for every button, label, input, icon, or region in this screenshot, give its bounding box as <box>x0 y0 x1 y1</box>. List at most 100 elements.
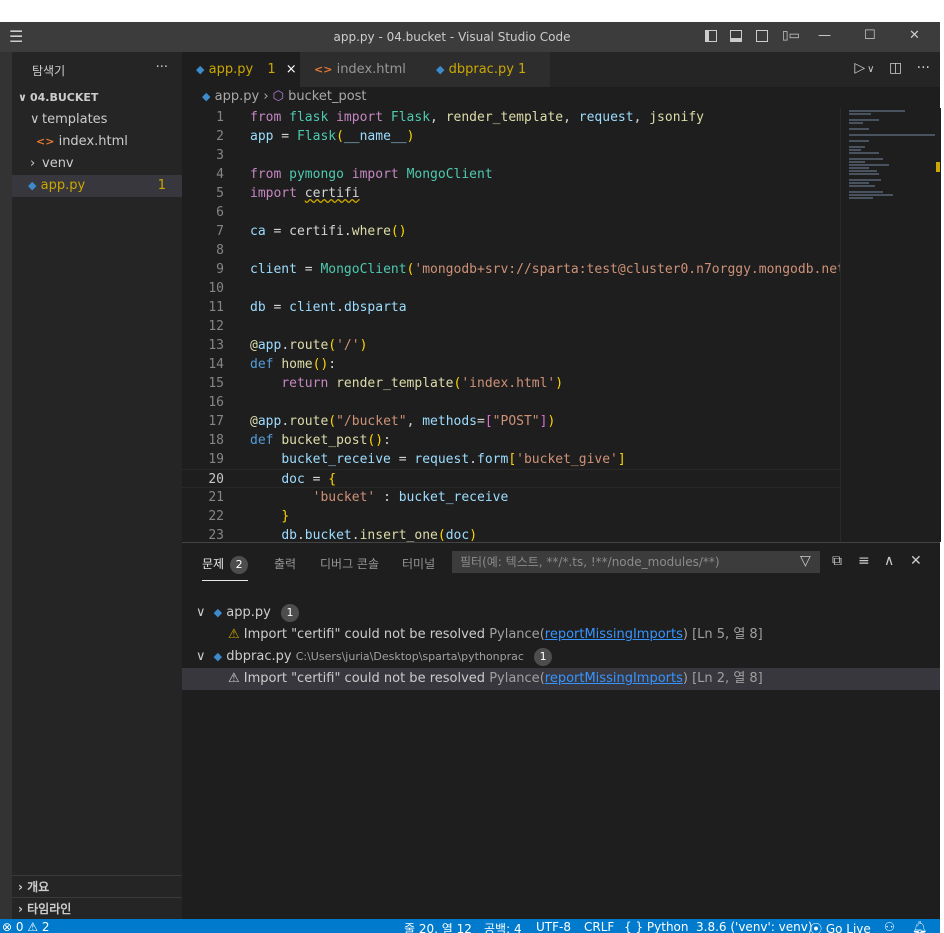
close-panel-icon[interactable]: ✕ <box>910 553 922 569</box>
vscode-window: ☰ app.py - 04.bucket - Visual Studio Cod… <box>0 22 941 933</box>
chevron-down-icon[interactable]: ∨ <box>867 64 874 75</box>
status-eol[interactable]: CRLF <box>584 920 614 933</box>
code-line: 7 ca = certifi.where() <box>216 224 407 239</box>
problems-panel: 문제 2 출력 디버그 콘솔 터미널 필터(예: 텍스트, **/*.ts, !*… <box>182 542 940 920</box>
warning-marker <box>936 162 940 172</box>
editor-actions: ▷ ∨ ◫ ··· <box>854 60 930 76</box>
code-line: 2 app = Flask(__name__) <box>216 129 415 144</box>
code-line: 22 } <box>208 509 290 524</box>
code-line: 21 'bucket' : bucket_receive <box>208 490 509 505</box>
status-encoding[interactable]: UTF-8 <box>536 920 571 933</box>
tab-dbprac-py[interactable]: ◆ dbprac.py 1 <box>422 52 550 87</box>
breadcrumb-symbol[interactable]: bucket_post <box>288 89 366 104</box>
code-line: 17 @app.route("/bucket", methods=["POST"]… <box>208 414 556 429</box>
code-line: 15 return render_template('index.html') <box>208 376 564 391</box>
python-file-icon: ◆ <box>196 63 205 76</box>
tab-debug-console[interactable]: 디버그 콘솔 <box>320 555 379 572</box>
editor-tabs: ◆ app.py 1 × <> index.html ◆ dbprac.py 1… <box>182 52 940 87</box>
tab-terminal[interactable]: 터미널 <box>402 555 435 572</box>
python-file-icon: ◆ <box>213 606 223 619</box>
problem-group-app-py[interactable]: ∨ ◆ app.py 1 <box>182 602 940 624</box>
code-line: 12 <box>208 319 224 334</box>
rule-link[interactable]: reportMissingImports <box>545 627 683 642</box>
more-icon[interactable]: ··· <box>156 60 168 75</box>
html-file-icon: <> <box>314 63 333 76</box>
status-interpreter[interactable]: 3.8.6 ('venv': venv) <box>696 920 813 933</box>
code-line: 16 <box>208 395 224 410</box>
tab-app-py[interactable]: ◆ app.py 1 × <box>182 52 300 87</box>
code-line: 11 db = client.dbsparta <box>208 300 407 315</box>
window-title: app.py - 04.bucket - Visual Studio Code <box>333 30 571 44</box>
status-language[interactable]: { } Python <box>624 920 689 933</box>
code-line: 14 def home(): <box>208 357 337 372</box>
chevron-down-icon: ∨ <box>196 649 206 664</box>
layout-custom-icon[interactable]: ▯▭ <box>782 28 800 42</box>
code-line-current: 20 doc = { <box>182 469 840 488</box>
code-line: 19 bucket_receive = request.form['bucket… <box>208 452 626 467</box>
code-line: 9 client = MongoClient('mongodb+srv://spa… <box>216 262 840 277</box>
code-line: 5 import certifi <box>216 186 360 201</box>
filter-input[interactable]: 필터(예: 텍스트, **/*.ts, !**/node_modules/**) <box>452 551 820 573</box>
maximize-panel-icon[interactable]: ∧ <box>884 553 894 569</box>
code-line: 6 <box>216 205 224 220</box>
tree-item-index-html[interactable]: <> index.html <box>12 131 182 153</box>
problem-count: 1 <box>157 178 166 193</box>
outline-section[interactable]: › 개요 <box>12 875 182 898</box>
breadcrumb-file[interactable]: app.py <box>215 89 260 104</box>
code-line: 23 db.bucket.insert_one(doc) <box>208 528 478 542</box>
problem-item[interactable]: ⚠ Import "certifi" could not be resolved… <box>182 624 940 646</box>
explorer-title: 탐색기 <box>32 64 66 78</box>
collapse-all-icon[interactable]: ⧉ <box>832 553 842 569</box>
tab-output[interactable]: 출력 <box>274 555 296 572</box>
title-bar: ☰ app.py - 04.bucket - Visual Studio Cod… <box>0 22 940 52</box>
view-as-tree-icon[interactable]: ≡ <box>858 553 870 569</box>
symbol-method-icon: ⬡ <box>272 89 285 104</box>
folder-root[interactable]: ∨ 04.BUCKET <box>12 87 182 109</box>
close-icon[interactable]: ✕ <box>909 28 920 43</box>
python-file-icon: ◆ <box>202 90 211 103</box>
code-line: 18 def bucket_post(): <box>208 433 391 448</box>
split-editor-icon[interactable]: ◫ <box>889 60 902 76</box>
activity-bar <box>0 52 12 919</box>
status-bar: ⊗ 0 ⚠ 2 줄 20, 열 12 공백: 4 UTF-8 CRLF { } … <box>0 919 940 933</box>
status-indentation[interactable]: 공백: 4 <box>484 920 522 933</box>
code-line: 4 from pymongo import MongoClient <box>216 167 493 182</box>
layout-split-icon[interactable] <box>756 30 768 42</box>
html-file-icon: <> <box>36 135 55 148</box>
code-line: 13 @app.route('/') <box>208 338 368 353</box>
status-cursor-position[interactable]: 줄 20, 열 12 <box>404 920 472 933</box>
more-icon[interactable]: ··· <box>917 60 930 76</box>
status-problems[interactable]: ⊗ 0 ⚠ 2 <box>2 920 50 933</box>
filter-icon[interactable]: ▽ <box>800 553 811 569</box>
problem-item[interactable]: ⚠ Import "certifi" could not be resolved… <box>182 668 940 690</box>
problem-group-dbprac-py[interactable]: ∨ ◆ dbprac.py C:\Users\juria\Desktop\spa… <box>182 646 940 668</box>
tree-item-app-py[interactable]: ◆ app.py 1 <box>12 175 182 197</box>
layout-panel-icon[interactable] <box>730 30 742 42</box>
chevron-right-icon: › <box>30 156 36 171</box>
code-line: 3 <box>216 148 224 163</box>
run-icon[interactable]: ▷ <box>854 60 865 76</box>
close-tab-icon[interactable]: × <box>286 62 297 77</box>
minimap[interactable] <box>840 108 941 542</box>
tree-item-templates[interactable]: ∨ templates <box>12 109 182 131</box>
tree-item-venv[interactable]: › venv <box>12 153 182 175</box>
maximize-icon[interactable]: ☐ <box>864 28 876 43</box>
timeline-section[interactable]: › 타임라인 <box>12 897 182 920</box>
minimize-icon[interactable]: — <box>818 28 831 43</box>
code-line: 1 from flask import Flask, render_templat… <box>216 110 705 125</box>
code-editor[interactable]: 1 from flask import Flask, render_templat… <box>182 108 840 542</box>
code-line: 10 <box>208 281 224 296</box>
python-file-icon: ◆ <box>28 179 37 192</box>
notifications-bell-icon[interactable]: 🔔︎ <box>912 920 927 933</box>
status-go-live[interactable]: ⦿ Go Live <box>810 920 871 933</box>
explorer-sidebar: 탐색기 ··· ∨ 04.BUCKET ∨ templates <> index.h… <box>12 52 182 919</box>
tab-index-html[interactable]: <> index.html <box>300 52 422 87</box>
python-file-icon: ◆ <box>213 650 223 663</box>
breadcrumb: ◆ app.py › ⬡ bucket_post <box>202 89 367 104</box>
accounts-icon[interactable]: ⚇ <box>884 920 895 933</box>
layout-sidebar-icon[interactable] <box>705 30 717 42</box>
warning-icon: ⚠ <box>228 671 240 686</box>
code-line: 8 <box>216 243 224 258</box>
tab-problems[interactable]: 문제 2 <box>202 555 249 581</box>
rule-link[interactable]: reportMissingImports <box>545 671 683 686</box>
